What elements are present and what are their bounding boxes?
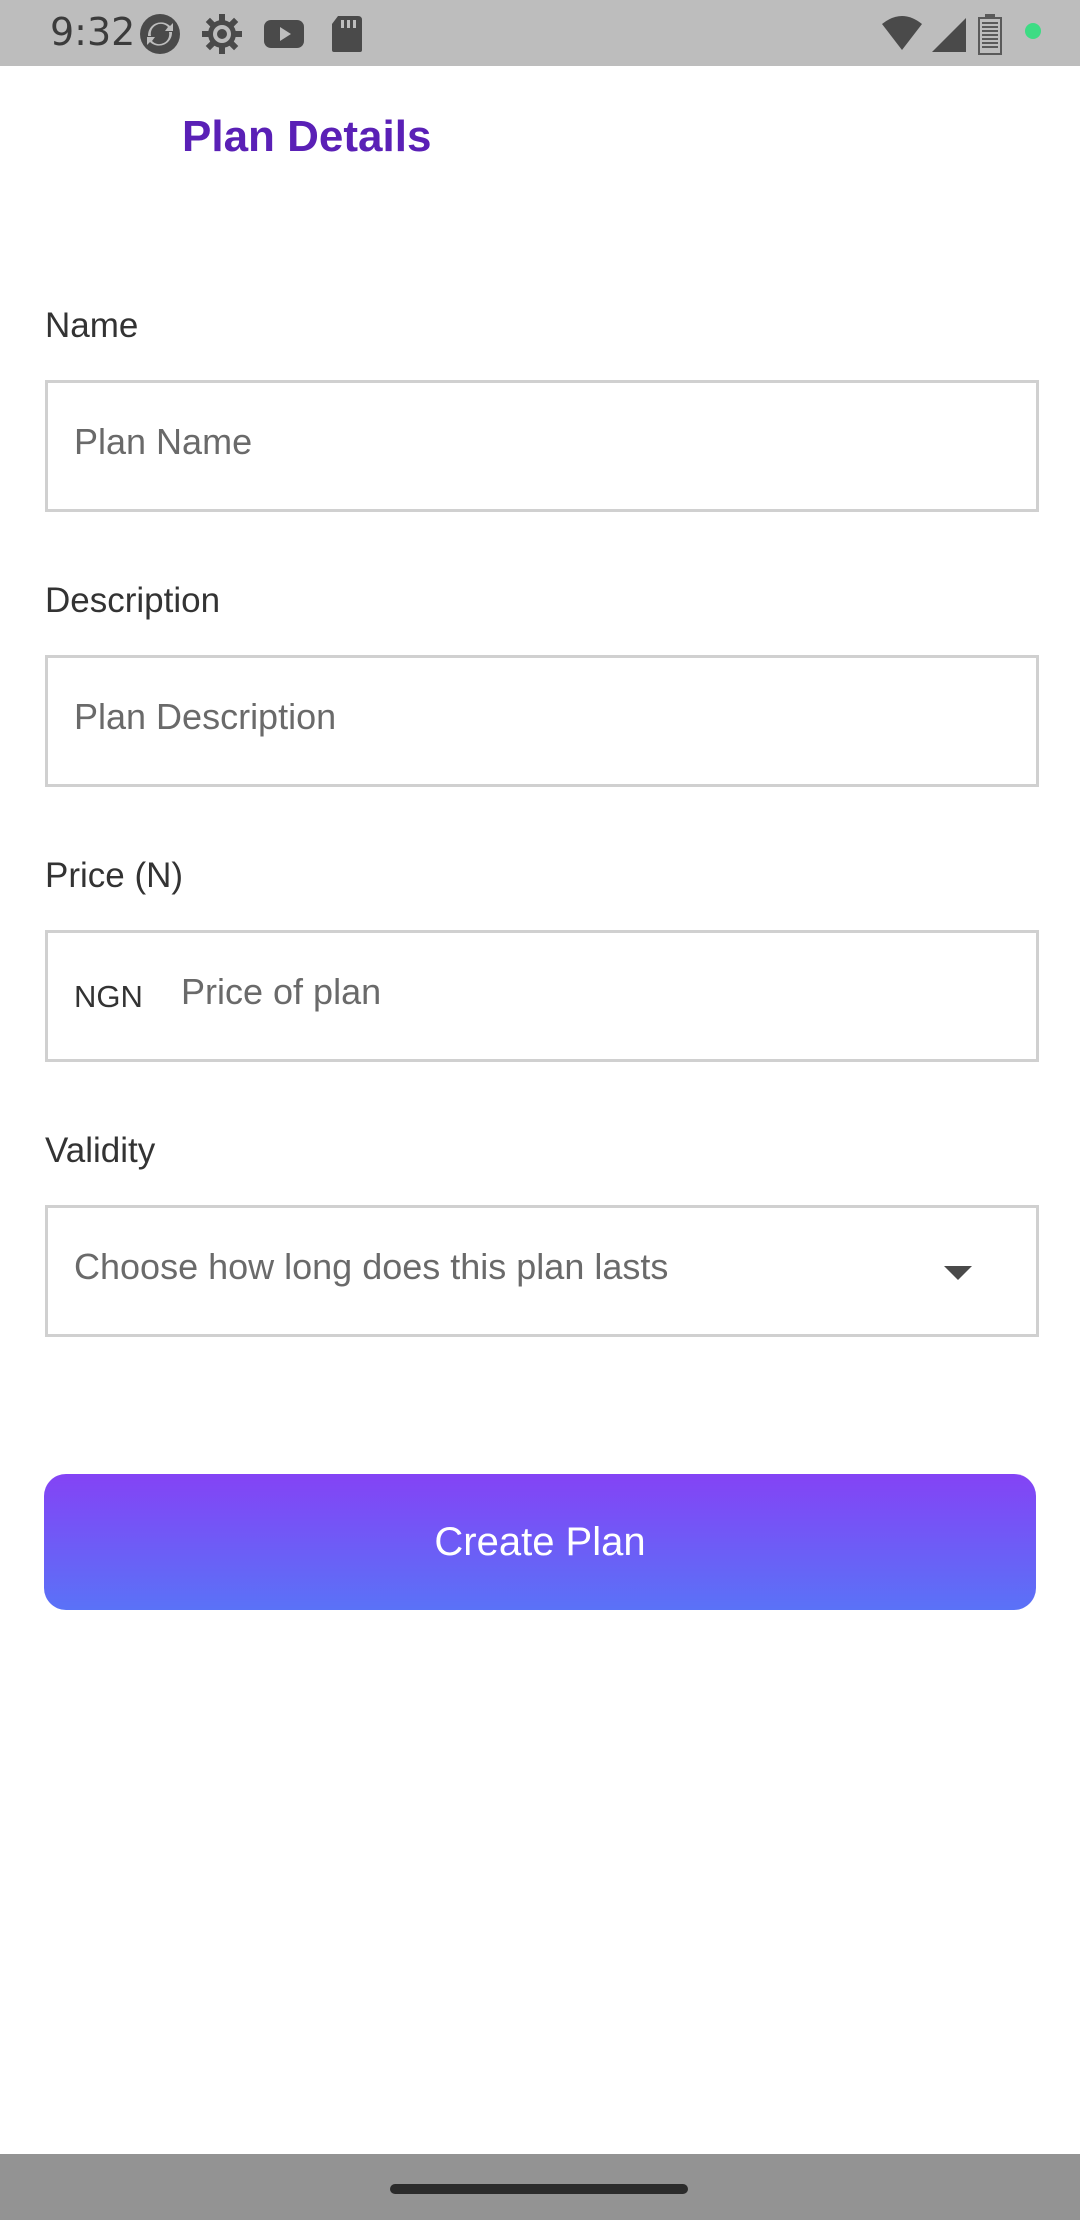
price-placeholder: Price of plan (181, 971, 382, 1012)
battery-icon (976, 12, 1004, 56)
plan-description-placeholder: Plan Description (74, 696, 337, 737)
plan-name-input[interactable]: Plan Name (45, 380, 1039, 512)
name-label: Name (45, 306, 139, 345)
status-time: 9:32 (50, 10, 136, 54)
dropdown-arrow-icon[interactable] (938, 1260, 978, 1286)
description-label: Description (45, 581, 221, 620)
price-label: Price (N) (45, 856, 184, 895)
plan-description-input[interactable]: Plan Description (45, 655, 1039, 787)
youtube-icon (262, 12, 306, 56)
price-input[interactable]: NGN Price of plan (45, 930, 1039, 1062)
sd-card-icon (324, 12, 368, 56)
create-plan-button[interactable]: Create Plan (44, 1474, 1036, 1610)
validity-label: Validity (45, 1131, 156, 1170)
currency-prefix: NGN (74, 979, 143, 1014)
page-title: Plan Details (182, 112, 432, 161)
cell-signal-icon (928, 12, 972, 56)
wifi-icon (880, 12, 924, 56)
create-plan-button-label: Create Plan (434, 1519, 646, 1564)
home-gesture-handle[interactable] (390, 2184, 688, 2194)
navigation-bar (0, 2154, 1080, 2220)
plan-name-placeholder: Plan Name (74, 421, 253, 462)
settings-gear-icon (200, 12, 244, 56)
validity-select[interactable]: Choose how long does this plan lasts (45, 1205, 1039, 1337)
sync-icon (138, 12, 182, 56)
validity-placeholder: Choose how long does this plan lasts (74, 1246, 669, 1287)
notification-dot-icon (1024, 22, 1042, 40)
status-bar: 9:32 (0, 0, 1080, 66)
